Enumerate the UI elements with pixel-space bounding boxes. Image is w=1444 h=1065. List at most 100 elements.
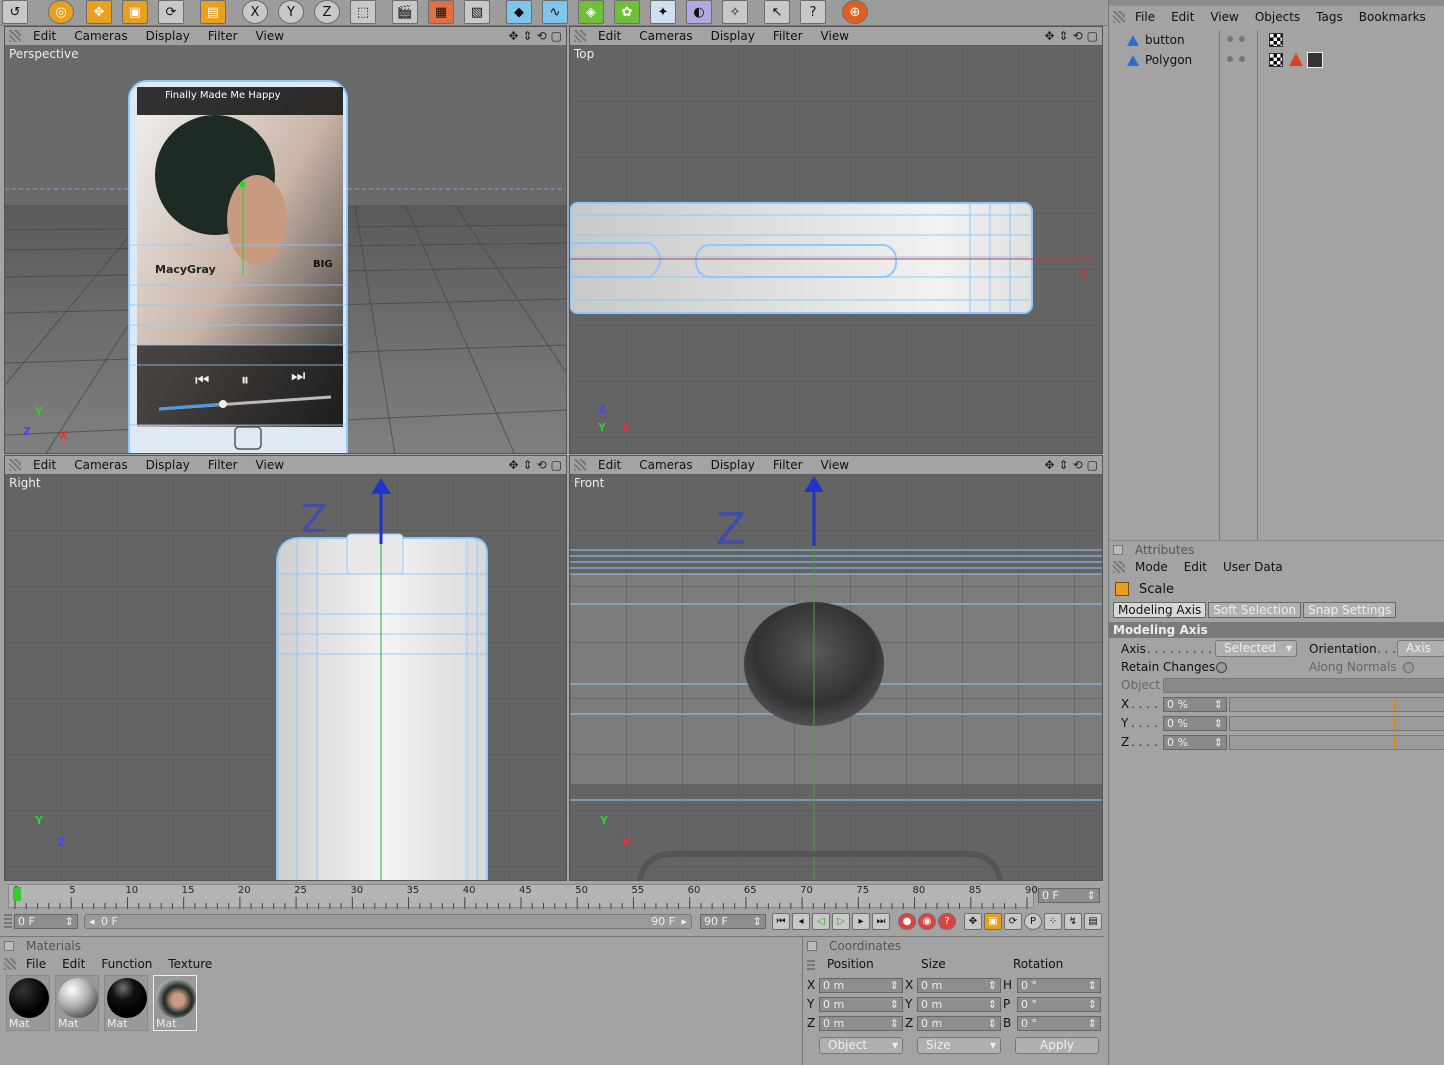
- cube-primitive-icon[interactable]: ◆: [506, 0, 532, 24]
- retain-changes-checkbox[interactable]: [1216, 662, 1227, 673]
- menu-filter[interactable]: Filter: [773, 29, 803, 43]
- position-z-field[interactable]: 0 m ⇕: [819, 1016, 903, 1031]
- menu-display[interactable]: Display: [146, 458, 190, 472]
- pan-icon[interactable]: ✥: [1044, 29, 1054, 43]
- apply-button[interactable]: Apply: [1015, 1037, 1099, 1054]
- texture-tag-icon[interactable]: [1269, 33, 1283, 47]
- x-percent-field[interactable]: 0 % ⇕: [1163, 697, 1227, 712]
- viewport-right[interactable]: Edit Cameras Display Filter View ✥ ⇕ ⟲ ▢: [4, 455, 567, 881]
- material-swatch-photo[interactable]: Mat: [153, 975, 197, 1031]
- record-active-objects-icon[interactable]: ●: [898, 913, 916, 930]
- object-link-field[interactable]: [1163, 678, 1444, 693]
- play-forward-icon[interactable]: ▷: [832, 913, 850, 930]
- menu-cameras[interactable]: Cameras: [74, 29, 127, 43]
- menu-filter[interactable]: Filter: [208, 458, 238, 472]
- scheme-icon[interactable]: ▤: [1084, 913, 1102, 930]
- object-row-polygon[interactable]: Polygon: [1109, 50, 1192, 70]
- world-coordinates-icon[interactable]: ⬚: [350, 0, 376, 24]
- play-backward-icon[interactable]: ◁: [812, 913, 830, 930]
- object-name[interactable]: Polygon: [1145, 53, 1192, 67]
- maximize-icon[interactable]: ▢: [551, 458, 562, 472]
- menu-display[interactable]: Display: [146, 29, 190, 43]
- tab-snap-settings[interactable]: Snap Settings: [1303, 602, 1397, 618]
- menu-cameras[interactable]: Cameras: [74, 458, 127, 472]
- undo-icon[interactable]: ↺: [2, 0, 28, 24]
- menu-view[interactable]: View: [1210, 10, 1238, 24]
- size-x-field[interactable]: 0 m ⇕: [917, 978, 1001, 993]
- timeline-ruler[interactable]: 051015202530354045505560657075808590: [8, 884, 1038, 909]
- panel-toggle-icon[interactable]: [4, 941, 14, 951]
- menu-edit[interactable]: Edit: [33, 458, 56, 472]
- keyframe-selection-icon[interactable]: ?: [938, 913, 956, 930]
- viewport-perspective[interactable]: Edit Cameras Display Filter View ✥ ⇕ ⟲ ▢: [4, 26, 567, 454]
- tab-modeling-axis[interactable]: Modeling Axis: [1113, 602, 1207, 618]
- x-slider[interactable]: [1229, 697, 1444, 712]
- pan-icon[interactable]: ✥: [508, 458, 518, 472]
- phong-tag-icon[interactable]: [1289, 53, 1303, 66]
- z-axis-lock-icon[interactable]: Z: [314, 0, 340, 24]
- scale-icon[interactable]: ▣: [122, 0, 148, 24]
- panel-toggle-icon[interactable]: [1113, 544, 1123, 555]
- menu-tags[interactable]: Tags: [1316, 10, 1343, 24]
- maximize-icon[interactable]: ▢: [1087, 29, 1098, 43]
- rotate-icon[interactable]: ⟳: [158, 0, 184, 24]
- menu-display[interactable]: Display: [711, 29, 755, 43]
- render-dot-icon[interactable]: [1239, 36, 1245, 42]
- menu-filter[interactable]: Filter: [773, 458, 803, 472]
- menu-display[interactable]: Display: [711, 458, 755, 472]
- menu-edit[interactable]: Edit: [1184, 560, 1207, 574]
- scene-object-icon[interactable]: ◐: [686, 0, 712, 24]
- go-to-end-icon[interactable]: ⏭: [872, 913, 890, 930]
- render-dot-icon[interactable]: [1239, 56, 1245, 62]
- menu-file[interactable]: File: [26, 957, 46, 971]
- material-tag-icon[interactable]: [1307, 52, 1323, 68]
- current-frame-field[interactable]: 0 F ⇕: [1038, 888, 1100, 903]
- position-key-icon[interactable]: ✥: [964, 913, 982, 930]
- maximize-icon[interactable]: ▢: [1087, 458, 1098, 472]
- size-y-field[interactable]: 0 m ⇕: [917, 997, 1001, 1012]
- deformer-icon[interactable]: ✦: [650, 0, 676, 24]
- menu-view[interactable]: View: [256, 458, 284, 472]
- menu-filter[interactable]: Filter: [208, 29, 238, 43]
- rotation-h-field[interactable]: 0 ° ⇕: [1017, 978, 1101, 993]
- next-frame-icon[interactable]: ▸: [852, 913, 870, 930]
- axis-dropdown[interactable]: Selected ▾: [1215, 640, 1297, 657]
- menu-edit[interactable]: Edit: [33, 29, 56, 43]
- menu-file[interactable]: File: [1135, 10, 1155, 24]
- menu-function[interactable]: Function: [101, 957, 152, 971]
- along-normals-checkbox[interactable]: [1403, 662, 1414, 673]
- z-slider[interactable]: [1229, 735, 1444, 750]
- render-settings-icon[interactable]: ▧: [464, 0, 490, 24]
- z-slider-handle[interactable]: [1394, 737, 1396, 749]
- size-z-field[interactable]: 0 m ⇕: [917, 1016, 1001, 1031]
- menu-mode[interactable]: Mode: [1135, 560, 1168, 574]
- orbit-icon[interactable]: ⟲: [1073, 458, 1083, 472]
- menu-cameras[interactable]: Cameras: [639, 458, 692, 472]
- range-right-arrow-icon[interactable]: ▸: [681, 915, 687, 928]
- y-slider-handle[interactable]: [1394, 718, 1396, 730]
- web-icon[interactable]: ⊕: [842, 0, 868, 24]
- y-percent-field[interactable]: 0 % ⇕: [1163, 716, 1227, 731]
- start-frame-field[interactable]: 0 F ⇕: [14, 914, 78, 929]
- menu-cameras[interactable]: Cameras: [639, 29, 692, 43]
- z-percent-field[interactable]: 0 % ⇕: [1163, 735, 1227, 750]
- menu-bookmarks[interactable]: Bookmarks: [1359, 10, 1426, 24]
- y-slider[interactable]: [1229, 716, 1444, 731]
- scale-key-icon[interactable]: ▣: [984, 913, 1002, 930]
- tab-soft-selection[interactable]: Soft Selection: [1208, 602, 1302, 618]
- pointer-icon[interactable]: ↖: [764, 0, 790, 24]
- orbit-icon[interactable]: ⟲: [537, 29, 547, 43]
- interpolation-icon[interactable]: ↯: [1064, 913, 1082, 930]
- array-icon[interactable]: ✿: [614, 0, 640, 24]
- menu-edit[interactable]: Edit: [598, 29, 621, 43]
- texture-tag-icon[interactable]: [1269, 53, 1283, 67]
- render-picture-viewer-icon[interactable]: ▦: [428, 0, 454, 24]
- menu-objects[interactable]: Objects: [1255, 10, 1300, 24]
- pan-icon[interactable]: ✥: [508, 29, 518, 43]
- parameter-key-icon[interactable]: P: [1024, 913, 1042, 930]
- material-swatch-grey[interactable]: Mat: [55, 975, 99, 1031]
- visibility-dot-icon[interactable]: [1227, 36, 1233, 42]
- zoom-icon[interactable]: ⇕: [523, 29, 533, 43]
- menu-view[interactable]: View: [821, 458, 849, 472]
- rotation-p-field[interactable]: 0 ° ⇕: [1017, 997, 1101, 1012]
